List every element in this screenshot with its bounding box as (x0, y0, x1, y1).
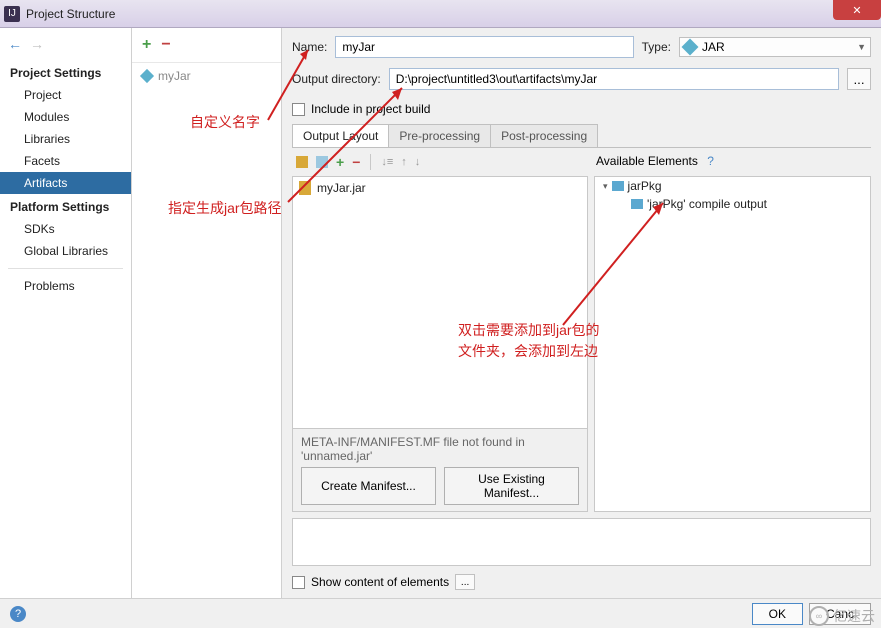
artifact-label: myJar (158, 69, 191, 83)
type-value: JAR (702, 40, 725, 54)
sidebar-item-modules[interactable]: Modules (0, 106, 131, 128)
app-icon: IJ (4, 6, 20, 22)
tab-pre-processing[interactable]: Pre-processing (388, 124, 491, 147)
move-up-icon[interactable]: ↑ (401, 156, 407, 168)
tab-output-layout[interactable]: Output Layout (292, 124, 389, 147)
include-checkbox[interactable] (292, 103, 305, 116)
jar-type-icon (682, 39, 699, 56)
sidebar-item-artifacts[interactable]: Artifacts (0, 172, 131, 194)
sidebar-item-project[interactable]: Project (0, 84, 131, 106)
titlebar: IJ Project Structure ✕ (0, 0, 881, 28)
window-title: Project Structure (26, 7, 115, 21)
outdir-label: Output directory: (292, 72, 381, 86)
show-content-options-button[interactable]: ... (455, 574, 475, 590)
browse-button[interactable]: ... (847, 68, 871, 90)
main-panel: Name: Type: JAR ▼ Output directory: ... … (282, 28, 881, 598)
type-label: Type: (642, 40, 671, 54)
watermark-text: 亿速云 (833, 606, 875, 626)
name-label: Name: (292, 40, 327, 54)
compile-output-icon (631, 199, 643, 209)
close-button[interactable]: ✕ (833, 0, 881, 20)
tree-root[interactable]: ▾ jarPkg (595, 177, 870, 195)
type-select[interactable]: JAR ▼ (679, 37, 871, 57)
sort-icon[interactable]: ↓≡ (381, 156, 393, 168)
show-content-label: Show content of elements (311, 575, 449, 589)
watermark: ∞ 亿速云 (809, 606, 875, 626)
module-icon (612, 181, 624, 191)
new-folder-icon[interactable] (296, 156, 308, 168)
available-elements-label: Available Elements (596, 154, 698, 168)
sidebar-item-sdks[interactable]: SDKs (0, 218, 131, 240)
tree-child[interactable]: 'jarPkg' compile output (595, 195, 870, 213)
artifact-item[interactable]: myJar (132, 63, 281, 89)
help-link[interactable]: ? (707, 154, 714, 168)
sidebar-item-libraries[interactable]: Libraries (0, 128, 131, 150)
artifacts-list: + − myJar (132, 28, 282, 598)
sidebar: ← → Project Settings Project Modules Lib… (0, 28, 132, 598)
remove-artifact-button[interactable]: − (161, 36, 170, 54)
jar-file-label: myJar.jar (317, 181, 366, 195)
artifact-icon (140, 69, 154, 83)
outdir-input[interactable] (389, 68, 839, 90)
tree-child-label: 'jarPkg' compile output (647, 197, 767, 211)
layout-remove-button[interactable]: − (352, 154, 360, 170)
footer: ? OK Canc (0, 598, 881, 628)
tree-root-label: jarPkg (628, 179, 662, 193)
layout-add-button[interactable]: + (336, 154, 344, 170)
create-manifest-button[interactable]: Create Manifest... (301, 467, 436, 505)
name-input[interactable] (335, 36, 633, 58)
output-layout-panel: myJar.jar META-INF/MANIFEST.MF file not … (292, 176, 588, 512)
sidebar-item-facets[interactable]: Facets (0, 150, 131, 172)
tab-post-processing[interactable]: Post-processing (490, 124, 598, 147)
sidebar-item-global-libraries[interactable]: Global Libraries (0, 240, 131, 262)
manifest-message: META-INF/MANIFEST.MF file not found in '… (301, 435, 579, 463)
help-icon[interactable]: ? (10, 606, 26, 622)
ok-button[interactable]: OK (752, 603, 803, 625)
details-panel (292, 518, 871, 566)
include-label: Include in project build (311, 102, 430, 116)
show-content-checkbox[interactable] (292, 576, 305, 589)
move-down-icon[interactable]: ↓ (415, 156, 421, 168)
sidebar-item-problems[interactable]: Problems (0, 275, 131, 297)
jar-file-icon (299, 181, 311, 195)
sidebar-heading-platform: Platform Settings (0, 194, 131, 218)
available-elements-panel: ▾ jarPkg 'jarPkg' compile output (594, 176, 871, 512)
sidebar-heading-project: Project Settings (0, 60, 131, 84)
tree-expand-icon[interactable]: ▾ (603, 181, 608, 192)
jar-file-item[interactable]: myJar.jar (299, 181, 581, 195)
chevron-down-icon: ▼ (857, 42, 866, 52)
new-archive-icon[interactable] (316, 156, 328, 168)
use-manifest-button[interactable]: Use Existing Manifest... (444, 467, 579, 505)
nav-forward-icon[interactable]: → (30, 36, 44, 52)
nav-back-icon[interactable]: ← (8, 36, 22, 52)
add-artifact-button[interactable]: + (142, 36, 151, 54)
